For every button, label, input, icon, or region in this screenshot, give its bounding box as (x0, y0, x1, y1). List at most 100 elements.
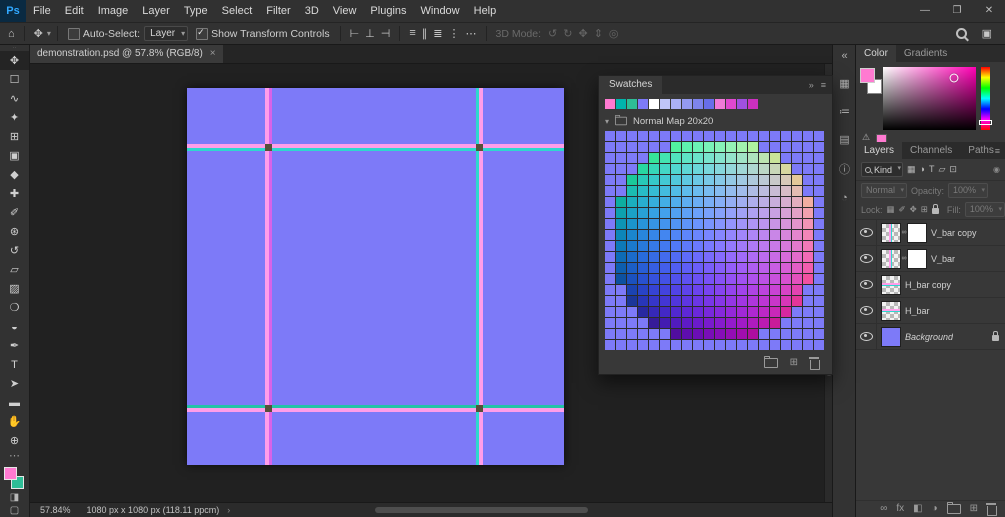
swatch-cell[interactable] (704, 175, 714, 185)
swatch-cell[interactable] (693, 153, 703, 163)
menu-filter[interactable]: Filter (259, 0, 297, 22)
distribute-spacing-icon[interactable]: ⋮ (449, 27, 460, 40)
tab-swatches[interactable]: Swatches (599, 76, 663, 94)
swatch-cell[interactable] (682, 296, 692, 306)
swatch-cell[interactable] (792, 263, 802, 273)
swatch-cell[interactable] (748, 285, 758, 295)
swatch-cell[interactable] (792, 186, 802, 196)
zoom-level[interactable]: 57.84% (40, 505, 71, 515)
swatch-cell[interactable] (616, 318, 626, 328)
swatch-cell[interactable] (803, 208, 813, 218)
swatch-cell[interactable] (660, 252, 670, 262)
swatch-cell[interactable] (770, 318, 780, 328)
menu-layer[interactable]: Layer (135, 0, 177, 22)
swatch-cell[interactable] (726, 296, 736, 306)
swatch-cell[interactable] (737, 153, 747, 163)
blend-mode-dropdown[interactable]: Normal (861, 183, 908, 198)
swatch-cell[interactable] (649, 307, 659, 317)
swatch-cell[interactable] (737, 164, 747, 174)
swatch-cell[interactable] (770, 142, 780, 152)
swatch-cell[interactable] (627, 340, 637, 350)
swatch-cell[interactable] (781, 329, 791, 339)
swatch-cell[interactable] (627, 164, 637, 174)
swatch-cell[interactable] (781, 285, 791, 295)
swatch-cell[interactable] (803, 285, 813, 295)
swatch-cell[interactable] (693, 252, 703, 262)
swatch-cell[interactable] (616, 164, 626, 174)
swatch-cell[interactable] (715, 318, 725, 328)
swatch-cell[interactable] (748, 142, 758, 152)
swatch-cell[interactable] (660, 131, 670, 141)
swatch-cell[interactable] (737, 241, 747, 251)
recent-swatch[interactable] (737, 99, 747, 109)
swatch-cell[interactable] (814, 318, 824, 328)
swatch-cell[interactable] (671, 263, 681, 273)
marquee-tool[interactable]: ☐ (0, 70, 29, 89)
swatch-cell[interactable] (704, 230, 714, 240)
swatch-cell[interactable] (627, 230, 637, 240)
swatch-cell[interactable] (814, 142, 824, 152)
swatch-cell[interactable] (638, 230, 648, 240)
swatch-cell[interactable] (660, 285, 670, 295)
swatch-cell[interactable] (759, 263, 769, 273)
swatch-cell[interactable] (726, 329, 736, 339)
swatch-cell[interactable] (715, 340, 725, 350)
swatch-cell[interactable] (704, 131, 714, 141)
swatch-cell[interactable] (671, 131, 681, 141)
quick-selection-tool[interactable]: ✦ (0, 108, 29, 127)
swatch-cell[interactable] (748, 274, 758, 284)
swatch-cell[interactable] (759, 296, 769, 306)
swatch-cell[interactable] (671, 164, 681, 174)
eyedropper-tool[interactable]: ◆ (0, 165, 29, 184)
swatch-cell[interactable] (726, 230, 736, 240)
swatch-cell[interactable] (671, 307, 681, 317)
recent-swatch[interactable] (627, 99, 637, 109)
swatch-cell[interactable] (803, 197, 813, 207)
swatch-cell[interactable] (693, 175, 703, 185)
swatch-cell[interactable] (748, 197, 758, 207)
swatch-cell[interactable] (627, 131, 637, 141)
frame-tool[interactable]: ▣ (0, 146, 29, 165)
swatch-cell[interactable] (627, 307, 637, 317)
swatch-cell[interactable] (759, 241, 769, 251)
type-tool[interactable]: T (0, 355, 29, 374)
hue-slider[interactable] (979, 67, 992, 130)
swatch-cell[interactable] (671, 230, 681, 240)
hue-slider-marker[interactable] (979, 119, 992, 125)
swatch-cell[interactable] (781, 131, 791, 141)
recent-swatch[interactable] (605, 99, 615, 109)
swatch-cell[interactable] (616, 208, 626, 218)
swatch-cell[interactable] (649, 329, 659, 339)
swatch-cell[interactable] (660, 164, 670, 174)
swatch-cell[interactable] (748, 164, 758, 174)
layer-row[interactable]: ∞ V_bar (856, 246, 1005, 272)
swatch-cell[interactable] (605, 142, 615, 152)
swatch-cell[interactable] (682, 329, 692, 339)
swatch-cell[interactable] (682, 131, 692, 141)
swatch-cell[interactable] (682, 252, 692, 262)
swatch-cell[interactable] (781, 263, 791, 273)
swatch-cell[interactable] (616, 241, 626, 251)
swatch-cell[interactable] (616, 175, 626, 185)
swatch-cell[interactable] (638, 153, 648, 163)
swatch-cell[interactable] (814, 164, 824, 174)
swatch-cell[interactable] (627, 329, 637, 339)
tab-gradients[interactable]: Gradients (896, 45, 955, 62)
menu-help[interactable]: Help (467, 0, 504, 22)
adjustment-layer-icon[interactable]: ◑ (932, 504, 938, 514)
lock-artboard-icon[interactable]: ⊞ (921, 205, 928, 214)
swatch-cell[interactable] (803, 230, 813, 240)
lock-all-icon[interactable] (931, 204, 939, 214)
swatch-cell[interactable] (693, 197, 703, 207)
swatch-cell[interactable] (803, 318, 813, 328)
swatch-cell[interactable] (638, 318, 648, 328)
swatch-cell[interactable] (704, 197, 714, 207)
recent-swatch[interactable] (693, 99, 703, 109)
swatch-cell[interactable] (649, 164, 659, 174)
blur-tool[interactable]: ❍ (0, 298, 29, 317)
swatch-cell[interactable] (803, 263, 813, 273)
swatch-cell[interactable] (781, 230, 791, 240)
swatch-cell[interactable] (792, 219, 802, 229)
menu-view[interactable]: View (326, 0, 364, 22)
swatch-cell[interactable] (715, 219, 725, 229)
